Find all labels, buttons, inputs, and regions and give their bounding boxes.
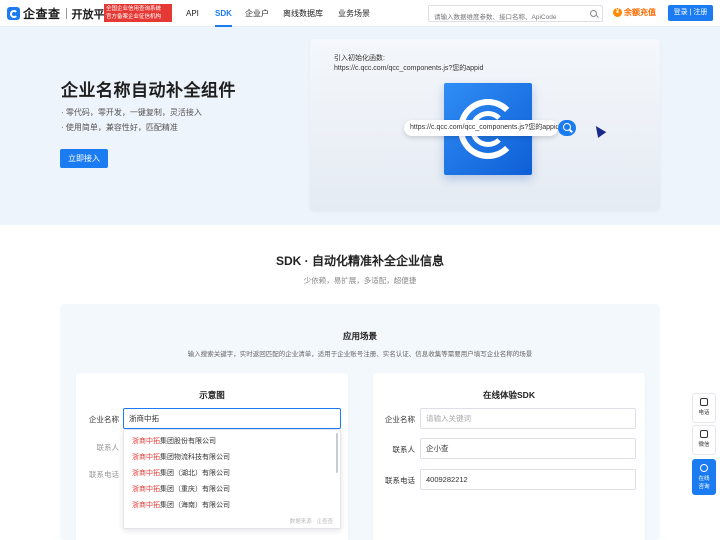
login-register-button[interactable]: 登录 | 注册: [668, 5, 713, 21]
badge-line-1: 全国企业信用查询系统: [106, 5, 162, 12]
demo-caption-line-2: https://c.qcc.com/qcc_components.js?您的ap…: [334, 65, 484, 72]
recharge-label: 余额充值: [624, 8, 656, 17]
contact-label: 联系人: [392, 445, 416, 454]
hero-title: 企业名称自动补全组件: [61, 81, 236, 100]
side-phone-label: 电话: [698, 410, 710, 416]
side-online-line-2: 咨询: [698, 484, 710, 490]
access-now-button[interactable]: 立即接入: [60, 149, 108, 168]
recharge-link[interactable]: ¥ 余额充值: [613, 7, 656, 18]
contact-label: 联系人: [96, 443, 120, 452]
company-name-field[interactable]: 浙商中拓: [123, 408, 341, 429]
side-wechat-label: 微信: [698, 442, 710, 448]
side-phone-button[interactable]: 电话: [692, 393, 716, 423]
nav-enterprise[interactable]: 企业户: [245, 0, 269, 27]
logo-text: 企查查: [23, 7, 61, 21]
headset-icon: [700, 464, 708, 472]
dropdown-scrollbar[interactable]: [336, 433, 338, 473]
search-icon[interactable]: [590, 10, 597, 17]
nav-business-scenes[interactable]: 业务场景: [338, 0, 370, 27]
demo-caption-line-1: 引入初始化函数:: [334, 55, 385, 62]
company-label: 企业名称: [385, 415, 415, 424]
nav-api[interactable]: API: [186, 0, 199, 27]
demo-panel: 示意图 企业名称 浙商中拓 联系人 联系电话 浙商中拓集团股份有限公司 浙商中拓…: [76, 373, 348, 540]
hero-bullet-1: · 零代码，零开发，一键复制，灵活接入: [61, 108, 202, 117]
hero-bullet-2: · 使用简单，兼容性好，匹配精准: [61, 123, 178, 132]
logo-divider: [65, 8, 67, 19]
demo-url-bar: https://c.qcc.com/qcc_components.js?您的ap…: [404, 120, 558, 136]
wechat-icon: [700, 430, 708, 438]
suggestion-item[interactable]: 浙商中拓集团（湖北）有限公司: [132, 468, 230, 478]
company-name-input[interactable]: 请输入关键词: [420, 408, 636, 429]
badge-line-2: 官方备案企业征信机构: [106, 14, 162, 20]
header-search[interactable]: [428, 5, 603, 25]
coin-icon: ¥: [613, 8, 622, 17]
suggestion-item[interactable]: 浙商中拓集团股份有限公司: [132, 436, 216, 446]
certification-badge[interactable]: 全国企业信用查询系统 官方备案企业征信机构: [104, 4, 172, 22]
scene-description: 输入搜索关键字，实时返回匹配的企业清单，适用于企业账号注册、实名认证、信息收集等…: [187, 351, 533, 358]
sdk-trial-panel: 在线体验SDK 企业名称 请输入关键词 联系人 企小查 联系电话 4009282…: [373, 373, 645, 540]
side-online-line-1: 在线: [698, 476, 710, 482]
phone-icon: [700, 398, 708, 406]
hero-banner: 企业名称自动补全组件 · 零代码，零开发，一键复制，灵活接入 · 使用简单，兼容…: [0, 27, 720, 225]
contact-input[interactable]: 企小查: [420, 438, 636, 459]
search-input[interactable]: [429, 10, 584, 25]
company-label: 企业名称: [89, 415, 119, 424]
phone-label: 联系电话: [385, 476, 415, 485]
qcc-logo-icon: [7, 7, 20, 20]
suggestion-item[interactable]: 浙商中拓集团（重庆）有限公司: [132, 484, 230, 494]
demo-panel-title: 示意图: [199, 390, 225, 400]
cursor-icon: [591, 123, 607, 138]
nav-sdk[interactable]: SDK: [215, 0, 232, 27]
suggestion-dropdown: 浙商中拓集团股份有限公司 浙商中拓集团物流科技有限公司 浙商中拓集团（湖北）有限…: [123, 429, 341, 529]
demo-illustration: 引入初始化函数: https://c.qcc.com/qcc_component…: [310, 39, 660, 211]
logo[interactable]: 企查查 开放平台: [7, 6, 116, 21]
scene-title: 应用场景: [342, 331, 377, 341]
phone-label: 联系电话: [89, 470, 119, 479]
section-title: SDK · 自动化精准补全企业信息: [275, 254, 444, 268]
suggestion-item[interactable]: 浙商中拓集团（海南）有限公司: [132, 500, 230, 510]
suggestion-item[interactable]: 浙商中拓集团物流科技有限公司: [132, 452, 230, 462]
nav-offline-db[interactable]: 离线数据库: [283, 0, 323, 27]
side-online-consult-button[interactable]: 在线 咨询: [692, 459, 716, 495]
top-header: 企查查 开放平台 全国企业信用查询系统 官方备案企业征信机构 API SDK 企…: [0, 0, 720, 27]
demo-search-icon: [558, 120, 576, 136]
sdk-trial-title: 在线体验SDK: [483, 390, 535, 400]
section-subtitle: 少依赖，易扩展，多适配，超便捷: [303, 276, 417, 285]
side-wechat-button[interactable]: 微信: [692, 425, 716, 455]
dropdown-footer: 数据来源 · 企查查: [289, 519, 333, 525]
application-scenario: 应用场景 输入搜索关键字，实时返回匹配的企业清单，适用于企业账号注册、实名认证、…: [60, 304, 660, 540]
phone-input[interactable]: 4009282212: [420, 469, 636, 490]
